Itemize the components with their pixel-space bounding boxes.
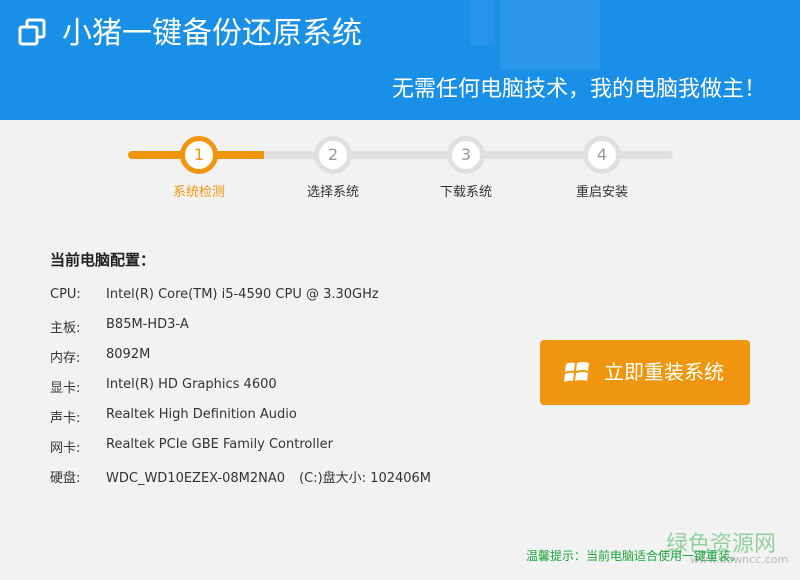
config-key: 硬盘: (50, 471, 81, 486)
config-key: 主板: (50, 321, 81, 336)
config-value: Intel(R) HD Graphics 4600 (106, 377, 277, 392)
restore-window-icon (18, 18, 46, 46)
step-select-system: 2 选择系统 (273, 136, 393, 200)
config-key: 显卡: (50, 381, 81, 396)
config-value: B85M-HD3-A (106, 317, 189, 332)
step-number: 1 (180, 136, 218, 174)
disk-model: WDC_WD10EZEX-08M2NA0 (106, 471, 286, 486)
step-number: 3 (447, 136, 485, 174)
disk-size: (C:)盘大小: 102406M (299, 471, 432, 486)
config-key: 声卡: (50, 411, 81, 426)
step-label: 选择系统 (306, 185, 359, 200)
progress-steps: 1 系统检测 2 选择系统 3 下载系统 4 重启安装 (0, 130, 800, 210)
reinstall-system-button[interactable]: 立即重装系统 (540, 340, 750, 405)
step-number: 2 (314, 136, 352, 174)
config-value: Realtek High Definition Audio (106, 407, 297, 422)
config-key: 内存: (50, 351, 81, 366)
header-banner: 小猪一键备份还原系统 无需任何电脑技术，我的电脑我做主！ (0, 0, 800, 120)
config-value: 8092M (106, 347, 151, 362)
config-key: CPU: (50, 287, 81, 302)
step-label: 重启安装 (575, 185, 628, 200)
header-decoration (500, 0, 600, 70)
config-value: Intel(R) Core(TM) i5-4590 CPU @ 3.30GHz (106, 287, 379, 302)
step-restart-install: 4 重启安装 (542, 136, 662, 200)
step-system-check: 1 系统检测 (139, 136, 259, 200)
step-number: 4 (583, 136, 621, 174)
reinstall-button-label: 立即重装系统 (604, 360, 724, 384)
config-key: 网卡: (50, 441, 81, 456)
step-download-system: 3 下载系统 (406, 136, 526, 200)
header-slogan: 无需任何电脑技术，我的电脑我做主！ (391, 77, 766, 102)
app-title: 小猪一键备份还原系统 (62, 16, 362, 51)
config-value: WDC_WD10EZEX-08M2NA0 (C:)盘大小: 102406M (106, 467, 431, 486)
config-value: Realtek PCIe GBE Family Controller (106, 437, 333, 452)
tip-text: 温馨提示：当前电脑适合使用一键重装。 (526, 549, 743, 563)
step-label: 系统检测 (172, 185, 225, 200)
windows-logo-icon (564, 362, 589, 382)
header-decoration (470, 0, 495, 45)
config-title: 当前电脑配置： (50, 251, 156, 269)
step-label: 下载系统 (439, 185, 492, 200)
